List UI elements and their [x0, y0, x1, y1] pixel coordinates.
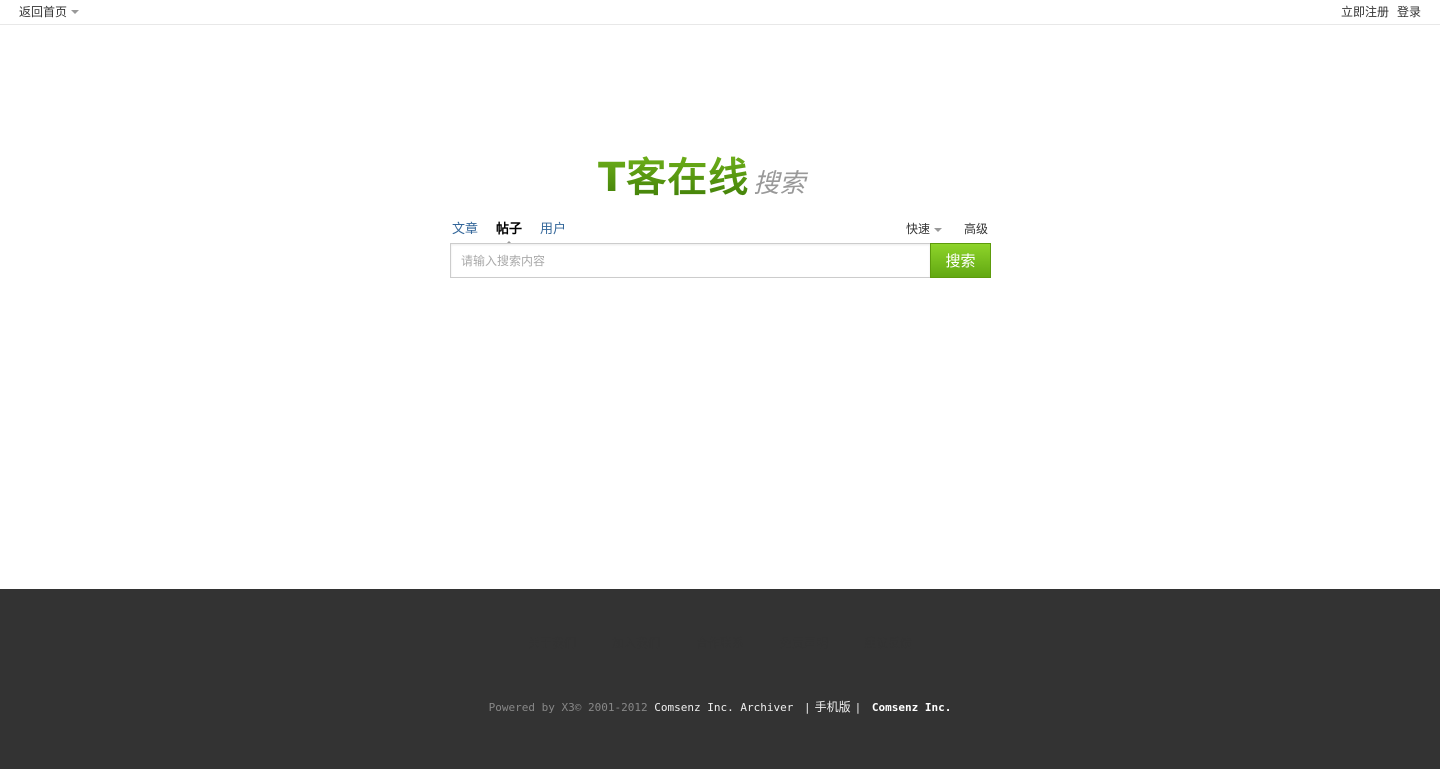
site-logo[interactable]: T客在线 搜索 [598, 150, 848, 202]
footer-links: 关于我们 加入我们 合作联系 免责声明 建议反馈 [0, 634, 1440, 651]
footer-link-disclaimer[interactable]: 免责声明 [780, 634, 828, 651]
quick-search-toggle[interactable]: 快速 [906, 221, 942, 238]
logo-main-text: T客在线 [598, 155, 750, 201]
register-link[interactable]: 立即注册 [1341, 4, 1389, 20]
home-link[interactable]: 返回首页 [19, 4, 80, 20]
footer-link-join[interactable]: 加入我们 [612, 634, 660, 651]
archiver-link[interactable]: Archiver [740, 701, 793, 714]
footer: 关于我们 加入我们 合作联系 免责声明 建议反馈 Powered by X3© … [0, 589, 1440, 769]
company-bold-link[interactable]: Comsenz Inc. [872, 701, 951, 714]
search-input[interactable] [450, 243, 930, 278]
footer-link-feedback[interactable]: 建议反馈 [864, 634, 912, 651]
search-button[interactable]: 搜索 [930, 243, 991, 278]
search-type-tabs: 文章 帖子 用户 [452, 221, 566, 244]
company-link[interactable]: Comsenz Inc. [654, 701, 733, 714]
tab-articles[interactable]: 文章 [452, 221, 478, 238]
search-bar: 搜索 [450, 243, 991, 278]
logo-sub-text: 搜索 [753, 169, 806, 199]
tab-users[interactable]: 用户 [540, 221, 566, 238]
footer-link-cooperation[interactable]: 合作联系 [696, 634, 744, 651]
quick-search-label: 快速 [905, 222, 930, 236]
footer-link-about[interactable]: 关于我们 [528, 634, 576, 651]
chevron-down-icon [933, 227, 942, 232]
footer-copyright: Powered by X3© 2001-2012 Comsenz Inc. Ar… [0, 700, 1440, 715]
auth-links: 立即注册 登录 [1341, 4, 1421, 20]
tab-posts[interactable]: 帖子 [496, 221, 522, 244]
search-mode-links: 快速 高级 [906, 221, 988, 238]
home-link-label: 返回首页 [19, 5, 68, 19]
separator: | [803, 701, 811, 714]
powered-by-text: Powered by X3© 2001-2012 [488, 701, 648, 714]
separator: | [854, 701, 862, 714]
top-bar: 返回首页 立即注册 登录 [0, 0, 1440, 25]
advanced-search-link[interactable]: 高级 [964, 221, 988, 238]
login-link[interactable]: 登录 [1397, 4, 1421, 20]
chevron-down-icon[interactable] [71, 10, 80, 14]
mobile-link[interactable]: 手机版 [815, 700, 851, 714]
